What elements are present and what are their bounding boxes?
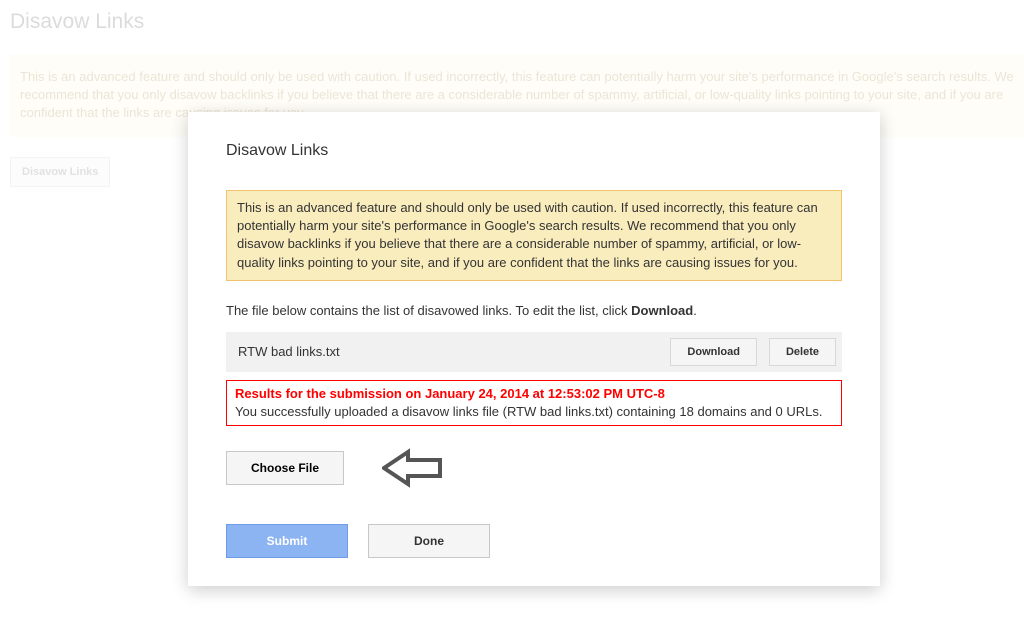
choose-file-row: Choose File — [226, 448, 842, 488]
download-button[interactable]: Download — [670, 338, 757, 366]
delete-button[interactable]: Delete — [769, 338, 836, 366]
result-message: You successfully uploaded a disavow link… — [235, 403, 833, 421]
done-button[interactable]: Done — [368, 524, 490, 558]
dialog-title: Disavow Links — [226, 142, 842, 160]
file-desc-bold: Download — [631, 303, 693, 318]
arrow-left-icon — [382, 448, 446, 488]
action-row: Submit Done — [226, 524, 842, 558]
file-name: RTW bad links.txt — [238, 344, 658, 359]
file-desc-prefix: The file below contains the list of disa… — [226, 303, 631, 318]
dialog-warning: This is an advanced feature and should o… — [226, 190, 842, 281]
result-box: Results for the submission on January 24… — [226, 380, 842, 426]
disavow-dialog: Disavow Links This is an advanced featur… — [188, 112, 880, 586]
choose-file-button[interactable]: Choose File — [226, 451, 344, 485]
result-title: Results for the submission on January 24… — [235, 385, 833, 403]
file-description: The file below contains the list of disa… — [226, 303, 842, 318]
submit-button[interactable]: Submit — [226, 524, 348, 558]
file-desc-suffix: . — [693, 303, 697, 318]
file-row: RTW bad links.txt Download Delete — [226, 332, 842, 372]
